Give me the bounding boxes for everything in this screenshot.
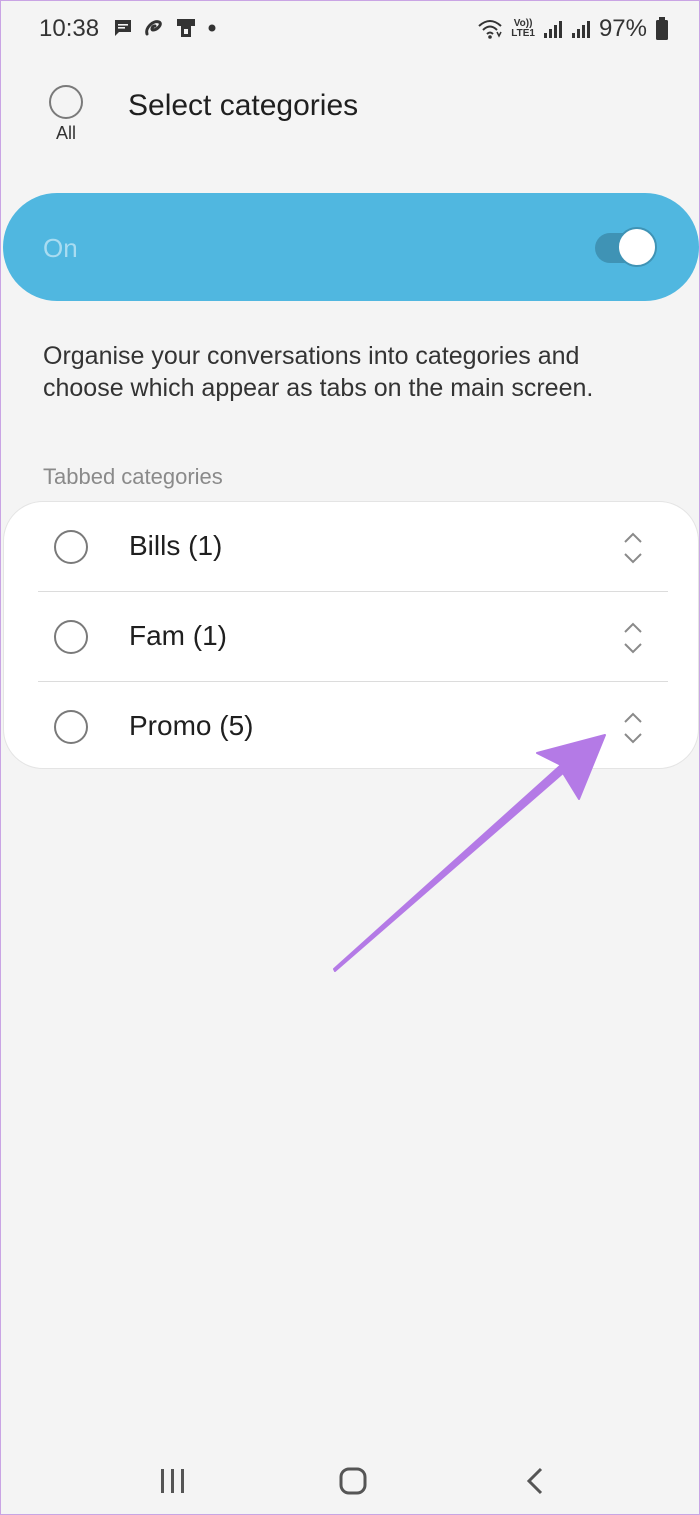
category-label: Fam (1) (129, 620, 227, 651)
list-item[interactable]: Bills (1) (4, 502, 698, 592)
screen: 10:38 Vo)) LTE1 97% All Select categorie… (0, 0, 700, 1515)
battery-icon (656, 17, 668, 40)
home-icon[interactable] (333, 1461, 373, 1501)
status-bar: 10:38 Vo)) LTE1 97% (1, 1, 699, 61)
signal-icon (543, 21, 562, 38)
category-label: Bills (1) (129, 530, 223, 561)
section-label: Tabbed categories (43, 464, 223, 489)
toggle-switch-thumb[interactable] (617, 227, 657, 267)
volte-line2: LTE1 (511, 28, 535, 39)
volte-icon: Vo)) LTE1 (511, 19, 535, 39)
select-all-checkbox[interactable] (49, 85, 83, 119)
master-toggle-label: On (43, 233, 78, 263)
recent-apps-icon[interactable] (153, 1461, 193, 1501)
status-time: 10:38 (39, 15, 100, 42)
reorder-icon[interactable] (618, 528, 648, 568)
signal-icon (571, 21, 590, 38)
category-radio[interactable] (54, 530, 88, 564)
category-radio[interactable] (54, 620, 88, 654)
category-list: Bills (1) Fam (1) Promo (5) (3, 501, 699, 769)
reorder-icon[interactable] (618, 618, 648, 658)
back-icon[interactable] (515, 1461, 555, 1501)
category-label: Promo (5) (129, 710, 254, 741)
navigation-bar (1, 1431, 699, 1514)
category-radio[interactable] (54, 710, 88, 744)
battery-percent: 97% (598, 15, 647, 42)
phone-icon (177, 19, 195, 37)
airtel-icon (145, 20, 162, 36)
description-text: Organise your conversations into categor… (43, 342, 594, 402)
select-all-label: All (55, 123, 76, 143)
status-left-icons (113, 17, 217, 39)
list-item[interactable]: Promo (5) (4, 682, 698, 772)
reorder-icon[interactable] (618, 708, 648, 748)
status-right: Vo)) LTE1 97% (477, 15, 669, 43)
message-icon (115, 20, 131, 36)
dot-icon (208, 24, 216, 32)
list-item[interactable]: Fam (1) (4, 592, 698, 682)
wifi-icon (478, 20, 502, 39)
master-toggle-row[interactable]: On (3, 193, 699, 301)
header: All Select categories (1, 71, 699, 151)
page-title: Select categories (128, 89, 359, 122)
